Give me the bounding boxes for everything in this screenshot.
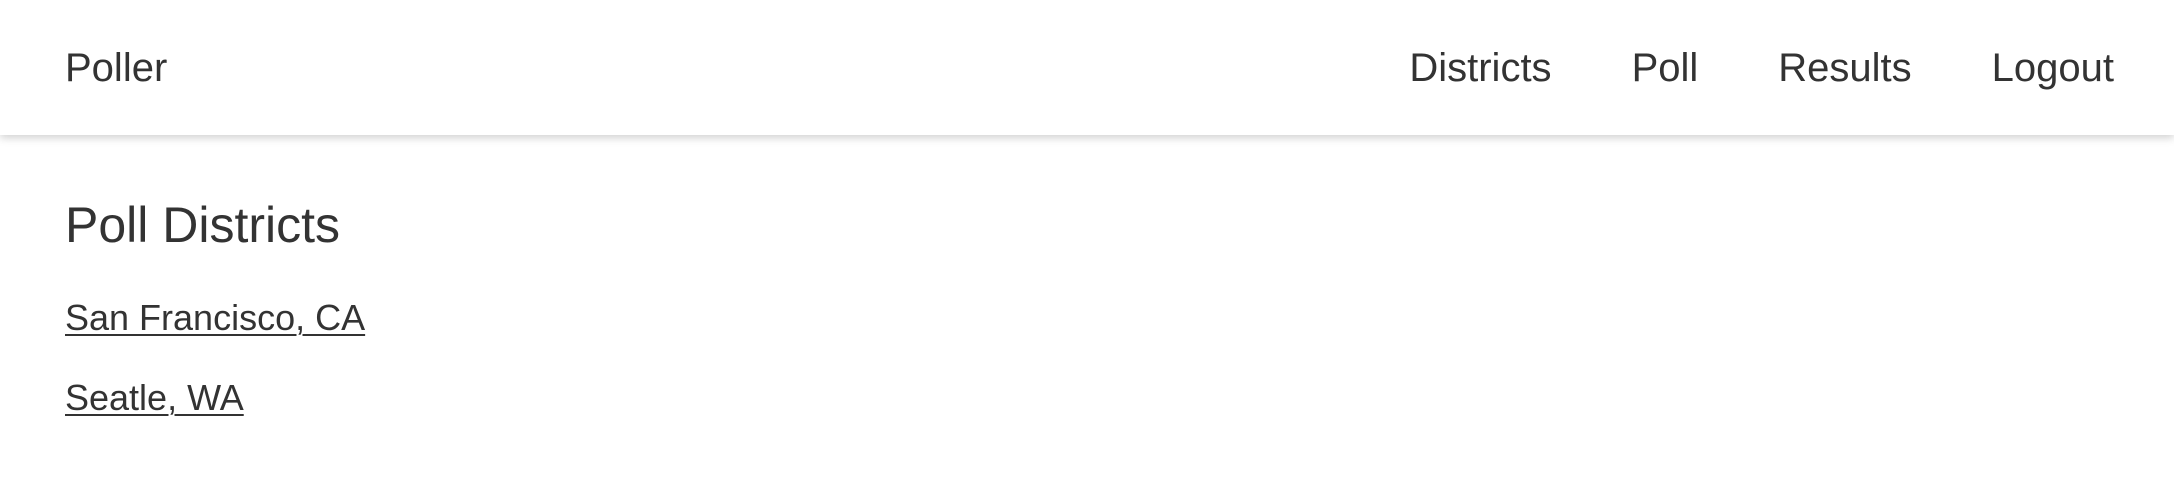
district-link-san-francisco[interactable]: San Francisco, CA bbox=[65, 297, 365, 338]
page-title: Poll Districts bbox=[65, 197, 341, 253]
nav-districts-link[interactable]: Districts bbox=[1409, 40, 1551, 96]
district-list: San Francisco, CA Seatle, WA bbox=[65, 290, 365, 425]
nav-logout-link[interactable]: Logout bbox=[1992, 40, 2114, 96]
district-list-item: Seatle, WA bbox=[65, 370, 365, 425]
nav-poll-link[interactable]: Poll bbox=[1632, 40, 1699, 96]
top-navbar: Poller Districts Poll Results Logout bbox=[0, 0, 2174, 135]
brand-logo-link[interactable]: Poller bbox=[65, 40, 167, 96]
district-link-seattle[interactable]: Seatle, WA bbox=[65, 377, 244, 418]
main-content: Poll Districts San Francisco, CA Seatle,… bbox=[65, 135, 365, 450]
main-nav: Districts Poll Results Logout bbox=[1409, 40, 2114, 96]
nav-results-link[interactable]: Results bbox=[1778, 40, 1911, 96]
district-list-item: San Francisco, CA bbox=[65, 290, 365, 345]
